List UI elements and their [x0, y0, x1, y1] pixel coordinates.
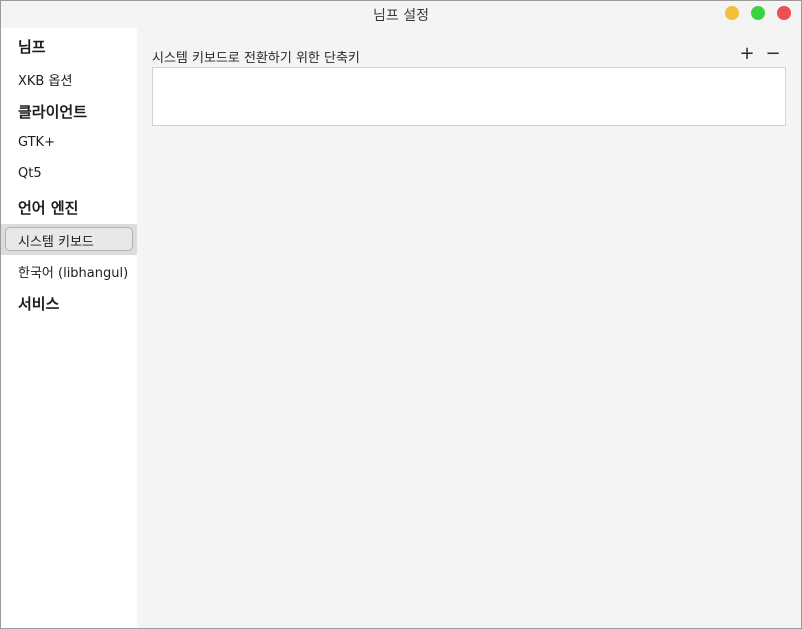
settings-content: 시스템 키보드로 전환하기 위한 단축키 + − — [137, 28, 801, 628]
sidebar-item-gtk[interactable]: GTK+ — [18, 135, 55, 150]
maximize-button[interactable] — [751, 6, 765, 20]
remove-shortcut-button[interactable]: − — [763, 44, 783, 64]
minimize-button[interactable] — [725, 6, 739, 20]
sidebar-section-clients: 클라이언트 — [18, 103, 88, 121]
sidebar-section-language-engines: 언어 엔진 — [18, 199, 79, 217]
shortcut-label: 시스템 키보드로 전환하기 위한 단축키 — [152, 51, 360, 66]
sidebar-section-nimf: 님프 — [18, 38, 46, 56]
sidebar-item-xkb-options[interactable]: XKB 옵션 — [18, 70, 72, 89]
close-button[interactable] — [777, 6, 791, 20]
title-bar[interactable]: 님프 설정 — [1, 1, 801, 28]
add-shortcut-button[interactable]: + — [737, 44, 757, 64]
shortcut-list[interactable] — [152, 67, 786, 126]
sidebar-item-libhangul[interactable]: 한국어 (libhangul) — [18, 262, 128, 281]
window-title: 님프 설정 — [373, 8, 429, 24]
sidebar-item-qt5[interactable]: Qt5 — [18, 166, 42, 181]
sidebar-section-services: 서비스 — [18, 295, 60, 313]
sidebar: 님프 XKB 옵션 클라이언트 GTK+ Qt5 언어 엔진 시스템 키보드 한… — [1, 28, 137, 628]
settings-window: 님프 설정 님프 XKB 옵션 클라이언트 GTK+ Qt5 언어 엔진 시스템… — [0, 0, 802, 629]
sidebar-item-system-keyboard[interactable]: 시스템 키보드 — [18, 231, 94, 250]
